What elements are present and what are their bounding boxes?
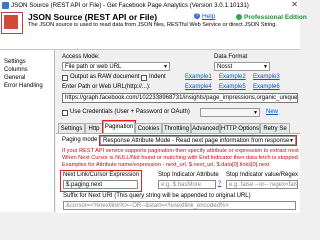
- new-connection-link[interactable]: New: [266, 109, 278, 116]
- chevron-down-icon: ▼: [289, 138, 294, 144]
- paging-mode-label: Paging mode: [62, 137, 98, 143]
- stop-value-input[interactable]: e.g. false --or-- regex=false: [226, 180, 298, 189]
- example-link-2[interactable]: Example2: [219, 74, 246, 81]
- data-format-label: Data Format: [214, 54, 248, 60]
- stop-value-label: Stop Indicator value/Regex: [226, 172, 299, 178]
- url-label: Enter Path or Web URL(http://...):: [62, 84, 151, 90]
- tab-throttling[interactable]: Throttling: [162, 123, 191, 133]
- tab-http[interactable]: Http: [85, 123, 103, 133]
- output-raw-label: Output as RAW document: [70, 74, 140, 80]
- tab-settings[interactable]: Settings: [58, 123, 85, 133]
- example-link-3[interactable]: Example3: [253, 74, 280, 81]
- chevron-down-icon: ▼: [263, 64, 268, 70]
- data-format-value: Nosst: [217, 64, 233, 70]
- app-icon: [2, 2, 9, 9]
- tab-advanced[interactable]: Advanced: [191, 123, 220, 133]
- suffix-label: Suffix for Next URI (This query string w…: [63, 193, 251, 199]
- pagination-help-line-2: When Next Cursor is NULL/Not found or ma…: [62, 155, 300, 161]
- example-link-1[interactable]: Example1: [185, 74, 212, 81]
- access-mode-value: File path or web URL: [65, 64, 122, 70]
- stop-attribute-input[interactable]: e.g. $.hasMore: [158, 180, 216, 189]
- stop-attribute-help-link[interactable]: ?: [218, 181, 221, 188]
- use-credentials-checkbox[interactable]: [62, 110, 68, 116]
- use-credentials-label: Use Credentials (User + Password or OAut…: [70, 109, 190, 115]
- header-description: The JSON source is used to read data fro…: [28, 22, 277, 28]
- indent-label: Indent: [149, 74, 166, 80]
- data-format-select[interactable]: Nosst ▼: [214, 62, 270, 71]
- window-title: JSON Source (REST API or File) - Get Fac…: [11, 2, 249, 9]
- paging-mode-value: Response Attribute Mode - Read next page…: [103, 138, 290, 144]
- chevron-down-icon: ▼: [253, 110, 258, 116]
- example-link-6[interactable]: Example6: [253, 84, 280, 91]
- example-link-4[interactable]: Example4: [185, 84, 212, 91]
- paging-mode-select[interactable]: Response Attribute Mode - Read next page…: [99, 135, 297, 146]
- product-logo-mark: [4, 15, 18, 29]
- help-link[interactable]: Help: [202, 13, 215, 21]
- header-title: JSON Source (REST API or File): [28, 12, 158, 22]
- help-icon: ?: [194, 13, 200, 19]
- sidebar-item-general[interactable]: General: [4, 74, 25, 82]
- sidebar: Settings Columns General Error Handling: [0, 50, 55, 212]
- tab-retry-settings[interactable]: Retry Se: [260, 123, 290, 133]
- pagination-help-line-1: If your REST API service supports pagina…: [62, 148, 299, 154]
- sidebar-item-settings[interactable]: Settings: [4, 58, 26, 66]
- tab-pagination[interactable]: Pagination: [102, 120, 136, 134]
- tab-cookies[interactable]: Cookies: [135, 123, 162, 133]
- chevron-down-icon: ▼: [163, 64, 168, 70]
- next-link-label: Next Link/Cursor Expression: [63, 172, 140, 178]
- suffix-input[interactable]: &cursor=<%nextlink%>--OR--&start=<%nextl…: [63, 201, 296, 210]
- tab-http-options[interactable]: HTTP Options: [220, 123, 260, 133]
- access-mode-select[interactable]: File path or web URL ▼: [62, 62, 170, 71]
- connection-select[interactable]: ▼: [200, 108, 260, 117]
- pagination-help-line-3: Examples for Attribute name/expression -…: [62, 162, 270, 168]
- indent-checkbox[interactable]: [141, 75, 147, 81]
- sidebar-item-columns[interactable]: Columns: [4, 66, 28, 74]
- edition-link[interactable]: Professional Edition: [244, 14, 307, 21]
- url-input[interactable]: https://graph.facebook.com/1022338968731…: [62, 93, 298, 103]
- stop-attribute-label: Stop Indicator Attribute: [158, 172, 219, 178]
- edition-icon: [236, 14, 242, 20]
- sidebar-item-error-handling[interactable]: Error Handling: [4, 82, 43, 90]
- next-link-input[interactable]: $.paging.next: [63, 180, 138, 189]
- output-raw-checkbox[interactable]: [62, 75, 68, 81]
- access-mode-label: Access Mode:: [62, 54, 100, 60]
- close-icon[interactable]: ✕: [291, 0, 298, 10]
- example-link-5[interactable]: Example5: [219, 84, 246, 91]
